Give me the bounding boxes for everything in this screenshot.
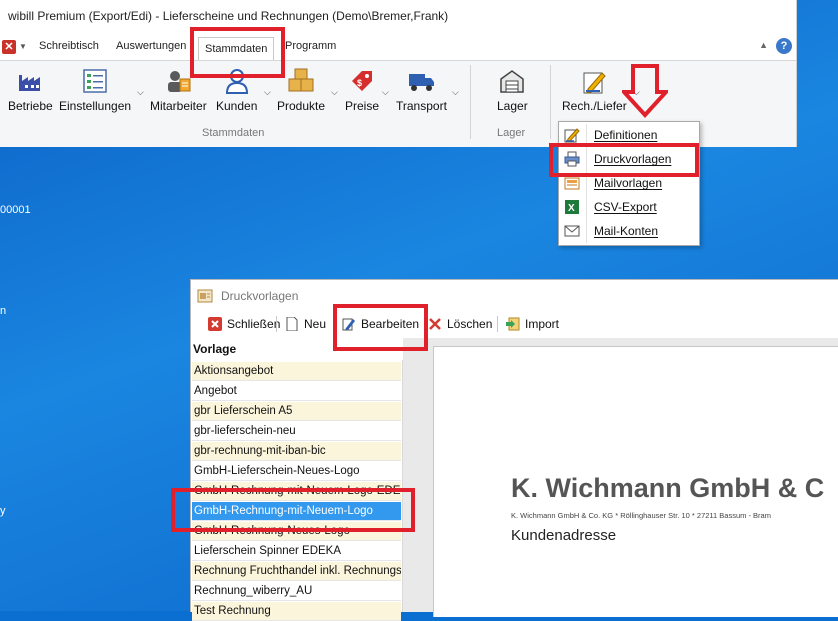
highlight-stammdaten-tab xyxy=(190,27,285,78)
import-button[interactable]: Import xyxy=(506,315,559,333)
preview-pane: K. Wichmann GmbH & C K. Wichmann GmbH & … xyxy=(403,338,838,617)
delete-icon xyxy=(428,317,442,331)
print-templates-icon xyxy=(197,288,213,304)
list-item[interactable]: Test Rechnung xyxy=(192,602,401,621)
help-icon[interactable]: ? xyxy=(776,38,792,54)
preview-address-line: K. Wichmann GmbH & Co. KG * Röllinghause… xyxy=(511,511,771,520)
list-item[interactable]: gbr Lieferschein A5 xyxy=(192,402,401,421)
collapse-ribbon-icon[interactable]: ▲ xyxy=(759,40,768,50)
pencil-document-icon xyxy=(580,67,608,95)
group-label-stammdaten: Stammdaten xyxy=(202,127,265,139)
loeschen-button[interactable]: Löschen xyxy=(428,315,492,333)
transport-button[interactable]: Transport xyxy=(396,67,447,113)
list-item[interactable]: gbr-rechnung-mit-iban-bic xyxy=(192,442,401,461)
new-document-icon xyxy=(285,316,299,332)
chevron-down-icon[interactable]: ▼ xyxy=(19,42,27,51)
list-header-vorlage: Vorlage xyxy=(193,342,237,356)
lager-button[interactable]: Lager xyxy=(497,67,528,113)
settings-form-icon xyxy=(81,67,109,95)
app-menu-button[interactable]: ✕ xyxy=(2,40,16,54)
employees-icon xyxy=(164,67,192,95)
rech-liefer-dropdown: Definitionen Druckvorlagen Mailvorlagen … xyxy=(558,121,700,246)
chevron-down-icon[interactable]: ⌵ xyxy=(382,87,389,98)
price-tag-icon: $ xyxy=(348,67,376,95)
red-down-arrow xyxy=(619,64,671,118)
highlight-druckvorlagen-item xyxy=(549,143,699,177)
tab-schreibtisch[interactable]: Schreibtisch xyxy=(39,40,99,52)
list-item[interactable]: Angebot xyxy=(192,382,401,401)
svg-text:X: X xyxy=(568,203,575,214)
vorlage-list: Aktionsangebot Angebot gbr Lieferschein … xyxy=(191,360,403,621)
truck-icon xyxy=(407,67,435,95)
box-icon xyxy=(287,67,315,95)
window-title: wibill Premium (Export/Edi) - Liefersche… xyxy=(8,9,449,23)
warehouse-icon xyxy=(498,67,526,95)
tab-auswertungen[interactable]: Auswertungen xyxy=(116,40,186,52)
desktop-fragment: y xyxy=(0,505,6,517)
mail-template-icon xyxy=(564,175,580,191)
group-label-lager: Lager xyxy=(497,127,526,139)
highlight-bearbeiten-button xyxy=(333,304,428,351)
desktop-fragment: 00001 xyxy=(0,204,31,216)
schliessen-button[interactable]: Schließen xyxy=(208,315,280,333)
highlight-selected-template xyxy=(171,488,415,532)
chevron-down-icon[interactable]: ⌵ xyxy=(452,87,459,98)
einstellungen-button[interactable]: Einstellungen xyxy=(59,67,131,113)
envelope-icon xyxy=(564,223,580,239)
ribbon-tabs: ✕ ▼ Schreibtisch Auswertungen Stammdaten… xyxy=(0,36,796,61)
list-item[interactable]: Rechnung_wiberry_AU xyxy=(192,582,401,601)
list-item[interactable]: gbr-lieferschein-neu xyxy=(192,422,401,441)
preise-button[interactable]: $ Preise xyxy=(345,67,379,113)
list-item[interactable]: Aktionsangebot xyxy=(192,362,401,381)
preview-section-title: Kundenadresse xyxy=(511,527,617,544)
separator xyxy=(550,65,551,139)
preview-page: K. Wichmann GmbH & C K. Wichmann GmbH & … xyxy=(433,346,838,617)
import-icon xyxy=(506,317,520,331)
pencil-edit-icon xyxy=(564,127,580,143)
neu-button[interactable]: Neu xyxy=(285,315,326,333)
separator xyxy=(470,65,471,139)
rech-liefer-button[interactable]: Rech./Liefer xyxy=(562,67,627,113)
druckvorlagen-toolbar: Schließen Neu Bearbeiten Löschen Import xyxy=(191,310,838,338)
separator xyxy=(276,316,277,332)
separator xyxy=(497,316,498,332)
close-icon xyxy=(208,317,222,331)
tab-programm[interactable]: Programm xyxy=(285,40,336,52)
chevron-down-icon[interactable]: ⌵ xyxy=(264,87,271,98)
druckvorlagen-window: Druckvorlagen Schließen Neu Bearbeiten L… xyxy=(190,279,838,621)
factory-icon xyxy=(16,67,44,95)
excel-icon: X xyxy=(564,199,580,215)
chevron-down-icon[interactable]: ⌵ xyxy=(331,87,338,98)
menu-item-csv-export[interactable]: X CSV-Export xyxy=(559,195,699,219)
list-item[interactable]: GmbH-Lieferschein-Neues-Logo xyxy=(192,462,401,481)
preview-company-name: K. Wichmann GmbH & C xyxy=(511,473,825,503)
list-item[interactable]: Rechnung Fruchthandel inkl. Rechnungsdat… xyxy=(192,562,401,581)
svg-text:$: $ xyxy=(357,78,362,88)
desktop-fragment: n xyxy=(0,305,7,317)
chevron-down-icon[interactable]: ⌵ xyxy=(137,87,144,98)
list-item[interactable]: Lieferschein Spinner EDEKA xyxy=(192,542,401,561)
betriebe-button[interactable]: Betriebe xyxy=(8,67,53,113)
menu-item-mail-konten[interactable]: Mail-Konten xyxy=(559,219,699,243)
